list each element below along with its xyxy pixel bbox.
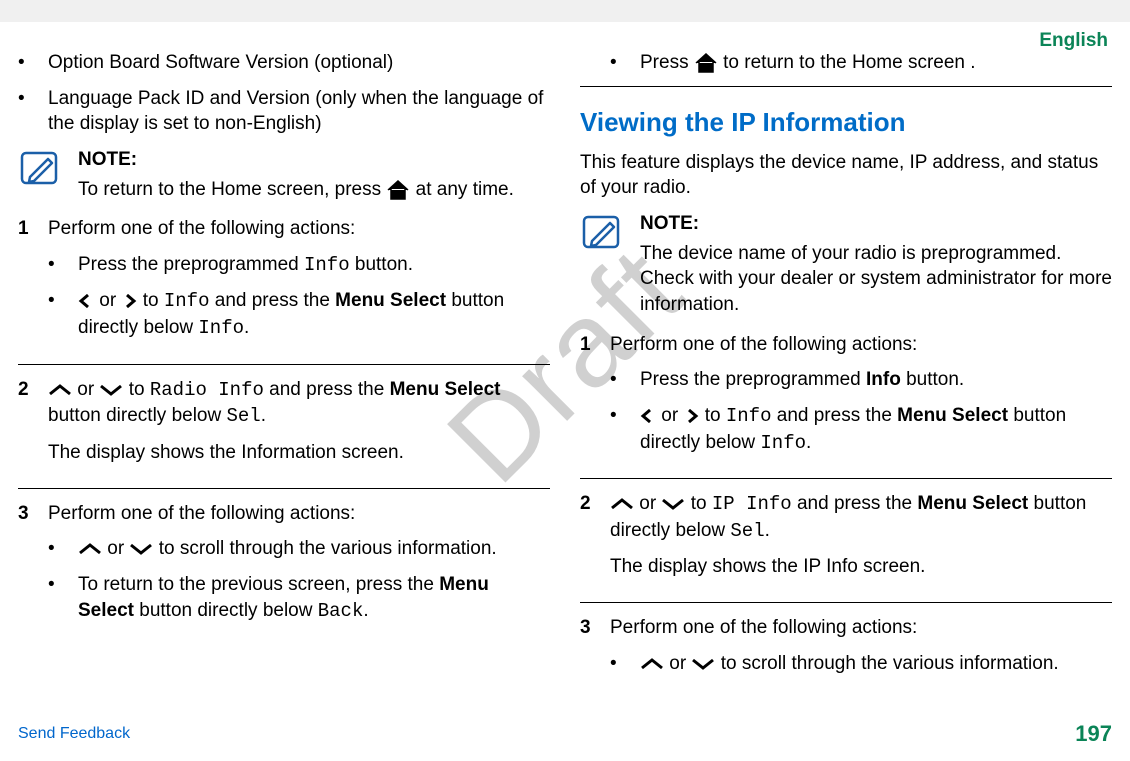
step-2: 2 or to Radio Info and press the Menu Se…: [18, 377, 550, 476]
step-number: 2: [18, 377, 48, 476]
note-block: NOTE: The device name of your radio is p…: [580, 211, 1112, 318]
step-intro: Perform one of the following actions:: [610, 615, 1112, 641]
down-arrow-icon: [661, 497, 685, 511]
home-icon: [386, 180, 410, 200]
divider: [580, 86, 1112, 87]
left-arrow-icon: [78, 294, 94, 308]
left-arrow-icon: [640, 409, 656, 423]
list-item: • Option Board Software Version (optiona…: [18, 50, 550, 76]
send-feedback-link[interactable]: Send Feedback: [18, 723, 130, 745]
bullet-icon: •: [18, 50, 48, 76]
up-arrow-icon: [610, 497, 634, 511]
section-intro: This feature displays the device name, I…: [580, 150, 1112, 201]
down-arrow-icon: [129, 542, 153, 556]
left-column: • Option Board Software Version (optiona…: [18, 50, 550, 686]
list-item: • or to scroll through the various infor…: [48, 536, 550, 562]
list-item: • or to Info and press the Menu Select b…: [610, 403, 1112, 456]
note-block: NOTE: To return to the Home screen, pres…: [18, 147, 550, 202]
step-number: 1: [580, 332, 610, 467]
divider: [18, 364, 550, 365]
step-number: 3: [18, 501, 48, 635]
up-arrow-icon: [78, 542, 102, 556]
pencil-note-icon: [18, 147, 62, 187]
page-content: • Option Board Software Version (optiona…: [18, 50, 1112, 686]
section-heading: Viewing the IP Information: [580, 105, 1112, 140]
body-text: Option Board Software Version (optional): [48, 50, 393, 76]
step-intro: Perform one of the following actions:: [48, 216, 550, 242]
list-item: • Press to return to the Home screen .: [610, 50, 1112, 76]
page-number: 197: [1075, 719, 1112, 749]
step-3: 3 Perform one of the following actions: …: [580, 615, 1112, 686]
divider: [580, 478, 1112, 479]
step-2: 2 or to IP Info and press the Menu Selec…: [580, 491, 1112, 590]
step-result: The display shows the Information screen…: [48, 440, 550, 466]
step-3: 3 Perform one of the following actions: …: [18, 501, 550, 635]
down-arrow-icon: [691, 657, 715, 671]
list-item: • Language Pack ID and Version (only whe…: [18, 86, 550, 137]
list-item: • or to scroll through the various infor…: [610, 651, 1112, 677]
step-number: 2: [580, 491, 610, 590]
down-arrow-icon: [99, 383, 123, 397]
right-arrow-icon: [121, 294, 137, 308]
list-item: • Press the preprogrammed Info button.: [610, 367, 1112, 393]
up-arrow-icon: [640, 657, 664, 671]
step-result: The display shows the IP Info screen.: [610, 554, 1112, 580]
up-arrow-icon: [48, 383, 72, 397]
step-1: 1 Perform one of the following actions: …: [580, 332, 1112, 467]
step-number: 3: [580, 615, 610, 686]
step-number: 1: [18, 216, 48, 352]
page-footer: Send Feedback 197: [18, 719, 1112, 749]
step-intro: Perform one of the following actions:: [610, 332, 1112, 358]
home-icon: [694, 53, 718, 73]
divider: [580, 602, 1112, 603]
list-item: • or to Info and press the Menu Select b…: [48, 288, 550, 341]
note-label: NOTE:: [640, 211, 1112, 237]
bullet-icon: •: [18, 86, 48, 137]
step-1: 1 Perform one of the following actions: …: [18, 216, 550, 352]
body-text: Language Pack ID and Version (only when …: [48, 86, 550, 137]
list-item: • To return to the previous screen, pres…: [48, 572, 550, 624]
pencil-note-icon: [580, 211, 624, 251]
right-column: • Press to return to the Home screen . V…: [580, 50, 1112, 686]
list-item: • Press the preprogrammed Info button.: [48, 252, 550, 279]
note-body: The device name of your radio is preprog…: [640, 241, 1112, 318]
note-body: To return to the Home screen, press at a…: [78, 177, 514, 203]
step-intro: Perform one of the following actions:: [48, 501, 550, 527]
note-label: NOTE:: [78, 147, 514, 173]
window-top-bar: [0, 0, 1130, 22]
right-arrow-icon: [683, 409, 699, 423]
divider: [18, 488, 550, 489]
